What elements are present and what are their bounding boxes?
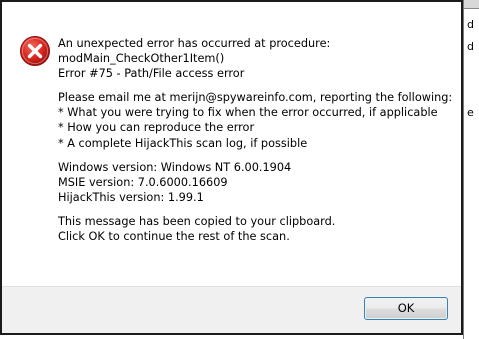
dialog-footer: OK — [2, 286, 461, 333]
message-gap — [58, 81, 455, 90]
message-line: Click OK to continue the rest of the sca… — [58, 230, 290, 244]
message-line: An unexpected error has occurred at proc… — [58, 37, 331, 50]
background-window-text: d — [467, 40, 474, 53]
background-window-titlebar — [464, 0, 479, 9]
message-line: Error #75 - Path/File access error — [58, 67, 245, 81]
error-icon — [20, 36, 50, 66]
background-window-text: d — [467, 18, 474, 31]
background-window: d d e — [463, 0, 479, 339]
message-line: MSIE version: 7.0.6000.16609 — [58, 175, 228, 189]
ok-button[interactable]: OK — [364, 297, 448, 320]
message-line: HijackThis version: 1.99.1 — [58, 190, 204, 204]
message-line: Please email me at merijn@spywareinfo.co… — [58, 91, 453, 105]
message-gap — [58, 205, 455, 214]
message-line: Windows version: Windows NT 6.00.1904 — [58, 160, 292, 174]
message-line: * How you can reproduce the error — [58, 121, 255, 135]
message-line: * What you were trying to fix when the e… — [58, 106, 438, 120]
background-window-text: e — [467, 106, 474, 119]
dialog-body: An unexpected error has occurred at proc… — [2, 2, 461, 289]
message-line: * A complete HijackThis scan log, if pos… — [58, 136, 308, 150]
message-line: This message has been copied to your cli… — [58, 214, 336, 228]
screen: d d e An unexpected error has occurred a… — [0, 0, 479, 339]
error-dialog: An unexpected error has occurred at proc… — [0, 0, 463, 335]
error-message: An unexpected error has occurred at proc… — [58, 36, 455, 244]
message-line: modMain_CheckOther1Item() — [58, 52, 225, 66]
message-gap — [58, 151, 455, 160]
